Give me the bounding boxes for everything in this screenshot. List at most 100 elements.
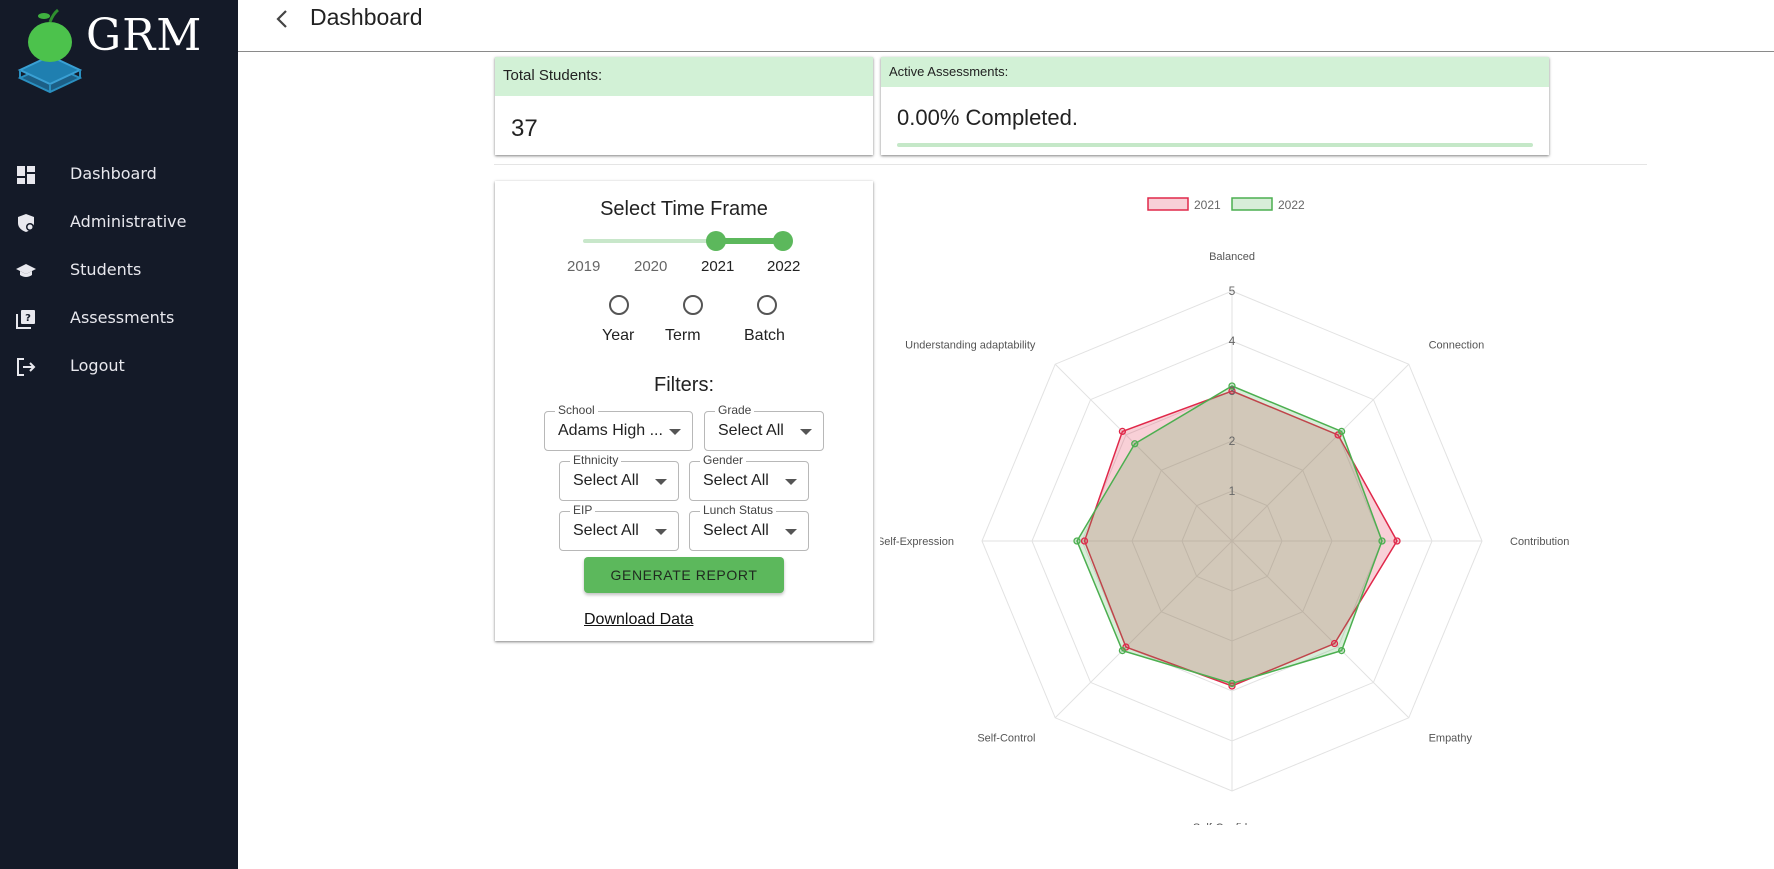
eip-select-label: EIP — [570, 503, 596, 517]
page-title: Dashboard — [310, 4, 423, 30]
lunch-status-select[interactable]: Lunch Status Select All — [689, 503, 809, 551]
radar-series-layer — [1073, 382, 1401, 690]
dashboard-icon — [17, 166, 35, 184]
quiz-icon: ? — [16, 310, 35, 329]
radar-point-2022[interactable] — [1337, 427, 1346, 436]
sidebar-item-label: Students — [70, 260, 142, 279]
grade-select-value: Select All — [718, 422, 784, 439]
radar-category-label: Empathy — [1429, 733, 1473, 745]
generate-report-button[interactable]: GENERATE REPORT — [584, 557, 784, 593]
total-students-value: 37 — [511, 115, 538, 142]
sidebar-item-dashboard[interactable]: Dashboard — [0, 152, 238, 196]
lunch-status-select-value: Select All — [703, 522, 769, 539]
logout-icon — [17, 358, 36, 376]
svg-text:?: ? — [25, 313, 31, 324]
sidebar-item-assessments[interactable]: ? Assessments — [0, 296, 238, 340]
total-students-card: Total Students: 37 — [495, 57, 873, 155]
sidebar-item-logout[interactable]: Logout — [0, 344, 238, 388]
radar-point-2021[interactable] — [1330, 639, 1339, 648]
sidebar: GRM Dashboard Administrative Students ? … — [0, 0, 238, 869]
radio-year[interactable] — [609, 295, 629, 315]
radio-year-label: Year — [602, 327, 635, 344]
radar-category-label: Connection — [1429, 339, 1485, 351]
radio-term-label: Term — [665, 327, 701, 344]
radar-category-label: Self-Expression — [880, 536, 954, 548]
eip-select-value: Select All — [573, 522, 639, 539]
radar-category-label: Understanding adaptability — [905, 339, 1036, 351]
radar-point-2021[interactable] — [1393, 537, 1401, 545]
chevron-down-icon — [800, 429, 812, 435]
app-header: Dashboard — [238, 0, 1774, 52]
radar-category-label: Self-Confidence — [1193, 822, 1271, 825]
legend-label-2021[interactable]: 2021 — [1194, 198, 1221, 212]
school-select[interactable]: School Adams High ... — [544, 403, 693, 451]
radar-category-label: Self-Control — [977, 733, 1035, 745]
radar-point-2022[interactable] — [1337, 646, 1346, 655]
filters-title: Filters: — [654, 374, 714, 396]
ethnicity-select-value: Select All — [573, 472, 639, 489]
radar-legend[interactable]: 2021 2022 — [1147, 197, 1305, 212]
radar-point-2022[interactable] — [1378, 537, 1386, 545]
chevron-down-icon — [655, 479, 667, 485]
radar-tick-label: 4 — [1229, 334, 1236, 348]
grm-logo — [12, 8, 83, 100]
total-students-label: Total Students: — [495, 57, 873, 96]
legend-label-2022[interactable]: 2022 — [1278, 198, 1305, 212]
radio-batch-label: Batch — [744, 327, 785, 344]
sidebar-item-label: Dashboard — [70, 164, 157, 183]
sidebar-item-label: Administrative — [70, 212, 187, 231]
timeframe-title: Select Time Frame — [600, 198, 768, 220]
chevron-down-icon — [785, 529, 797, 535]
ethnicity-select[interactable]: Ethnicity Select All — [559, 453, 679, 501]
timeframe-slider-thumb-start[interactable] — [706, 231, 726, 251]
active-assessments-label: Active Assessments: — [881, 57, 1549, 87]
divider — [494, 164, 1647, 165]
radar-point-2021[interactable] — [1118, 427, 1127, 436]
radar-point-2021[interactable] — [1080, 537, 1089, 545]
gender-select[interactable]: Gender Select All — [689, 453, 809, 501]
sidebar-item-label: Assessments — [70, 308, 175, 327]
year-mark-2019: 2019 — [567, 258, 601, 275]
radar-tick-label: 3 — [1229, 384, 1236, 398]
active-assessments-card: Active Assessments: 0.00% Completed. — [881, 57, 1549, 155]
radar-tick-label: 2 — [1229, 434, 1236, 448]
year-mark-2022: 2022 — [767, 258, 801, 275]
chevron-down-icon — [785, 479, 797, 485]
sidebar-item-label: Logout — [70, 356, 125, 375]
grade-select-label: Grade — [715, 403, 755, 417]
sidebar-item-administrative[interactable]: Administrative — [0, 200, 238, 244]
eip-select[interactable]: EIP Select All — [559, 503, 679, 551]
radar-chart: 1 2 3 4 5 Balanced Connection Contribution Empat… — [880, 197, 1569, 825]
legend-swatch-2021[interactable] — [1147, 197, 1189, 211]
radar-point-2022[interactable] — [1131, 440, 1139, 448]
grade-select[interactable]: Grade Select All — [704, 403, 824, 451]
download-data-link[interactable]: Download Data — [584, 611, 693, 629]
legend-swatch-2022[interactable] — [1231, 197, 1273, 211]
chevron-left-icon[interactable] — [272, 8, 294, 30]
radar-category-label: Balanced — [1209, 251, 1255, 263]
radar-point-2022[interactable] — [1118, 646, 1127, 655]
app-name: GRM — [86, 10, 203, 61]
gender-select-value: Select All — [703, 472, 769, 489]
school-cap-icon — [16, 264, 36, 277]
year-mark-2021: 2021 — [701, 258, 735, 275]
lunch-status-select-label: Lunch Status — [700, 503, 777, 517]
chevron-down-icon — [655, 529, 667, 535]
sidebar-item-students[interactable]: Students — [0, 248, 238, 292]
radio-batch[interactable] — [757, 295, 777, 315]
admin-shield-icon — [18, 214, 34, 232]
completion-text: 0.00% Completed. — [897, 105, 1078, 130]
radio-term[interactable] — [683, 295, 703, 315]
radar-point-2022[interactable] — [1228, 679, 1236, 688]
chevron-down-icon — [669, 429, 681, 435]
ethnicity-select-label: Ethnicity — [570, 453, 622, 467]
year-mark-2020: 2020 — [634, 258, 668, 275]
radar-category-label: Contribution — [1510, 536, 1569, 548]
radar-tick-label: 5 — [1229, 284, 1236, 298]
timeframe-slider-thumb-end[interactable] — [773, 231, 793, 251]
gender-select-label: Gender — [700, 453, 747, 467]
school-select-value: Adams High ... — [558, 422, 662, 439]
radar-point-2022[interactable] — [1073, 537, 1081, 545]
school-select-label: School — [555, 403, 598, 417]
completion-progress-bar — [897, 143, 1533, 147]
